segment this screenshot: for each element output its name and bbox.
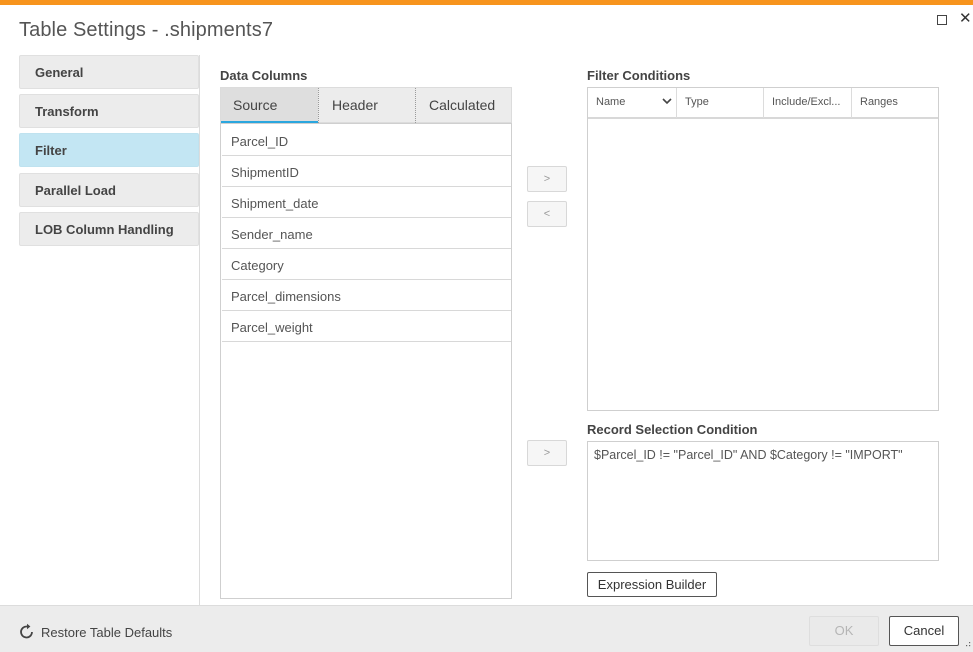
filter-conditions-label: Filter Conditions: [587, 68, 691, 83]
column-header-label: Name: [596, 96, 626, 108]
column-header-ranges[interactable]: Ranges: [851, 88, 938, 118]
tab-label: Source: [233, 97, 278, 113]
resize-grip-icon[interactable]: [966, 642, 971, 648]
tab-header[interactable]: Header: [318, 88, 415, 123]
record-selection-label: Record Selection Condition: [587, 422, 758, 437]
data-columns-label: Data Columns: [220, 68, 308, 83]
chevron-down-icon: [662, 98, 672, 105]
column-header-label: Type: [685, 96, 709, 108]
tab-label: Header: [332, 97, 378, 113]
add-condition-button[interactable]: >: [527, 440, 567, 466]
data-columns-tabs: Source Header Calculated: [220, 87, 512, 124]
column-header-label: Ranges: [860, 96, 898, 108]
data-columns-list[interactable]: Parcel_ID ShipmentID Shipment_date Sende…: [220, 123, 512, 599]
dialog-footer: Restore Table Defaults OK Cancel: [0, 605, 973, 652]
list-item[interactable]: Parcel_weight: [222, 311, 511, 342]
column-header-include-exclude[interactable]: Include/Excl...: [763, 88, 851, 118]
nav-item-transform[interactable]: Transform: [19, 94, 199, 128]
tab-calculated[interactable]: Calculated: [415, 88, 511, 123]
list-item[interactable]: Sender_name: [222, 218, 511, 249]
nav-item-label: Filter: [35, 143, 67, 158]
column-header-label: Include/Excl...: [772, 96, 841, 108]
nav-item-general[interactable]: General: [19, 55, 199, 89]
close-icon[interactable]: ✕: [959, 11, 972, 26]
filter-conditions-header: Name Type Include/Excl... Ranges: [588, 88, 938, 119]
restore-icon: [20, 623, 33, 639]
record-selection-input[interactable]: $Parcel_ID != "Parcel_ID" AND $Category …: [587, 441, 939, 561]
restore-defaults-label: Restore Table Defaults: [41, 625, 173, 640]
expression-builder-button[interactable]: Expression Builder: [587, 572, 717, 597]
nav-item-label: Parallel Load: [35, 183, 116, 198]
nav-item-lob-column-handling[interactable]: LOB Column Handling: [19, 212, 199, 246]
list-item[interactable]: Parcel_ID: [222, 125, 511, 156]
nav-divider: [199, 55, 200, 605]
list-item[interactable]: Category: [222, 249, 511, 280]
dialog-accent-bar: [0, 0, 973, 5]
nav-item-label: Transform: [35, 104, 99, 119]
cancel-button[interactable]: Cancel: [889, 616, 959, 646]
list-item[interactable]: ShipmentID: [222, 156, 511, 187]
nav-item-parallel-load[interactable]: Parallel Load: [19, 173, 199, 207]
column-header-type[interactable]: Type: [676, 88, 763, 118]
remove-filter-button[interactable]: <: [527, 201, 567, 227]
dialog-title: Table Settings - .shipments7: [19, 19, 274, 41]
column-header-name[interactable]: Name: [588, 88, 676, 118]
nav-item-label: LOB Column Handling: [35, 222, 174, 237]
filter-conditions-grid[interactable]: Name Type Include/Excl... Ranges: [587, 87, 939, 411]
tab-label: Calculated: [429, 97, 496, 113]
nav-item-filter[interactable]: Filter: [19, 133, 199, 167]
list-item[interactable]: Parcel_dimensions: [222, 280, 511, 311]
add-filter-button[interactable]: >: [527, 166, 567, 192]
ok-button[interactable]: OK: [809, 616, 879, 646]
maximize-icon[interactable]: [937, 15, 947, 25]
list-item[interactable]: Shipment_date: [222, 187, 511, 218]
nav-item-label: General: [35, 65, 84, 80]
tab-source[interactable]: Source: [221, 88, 318, 124]
